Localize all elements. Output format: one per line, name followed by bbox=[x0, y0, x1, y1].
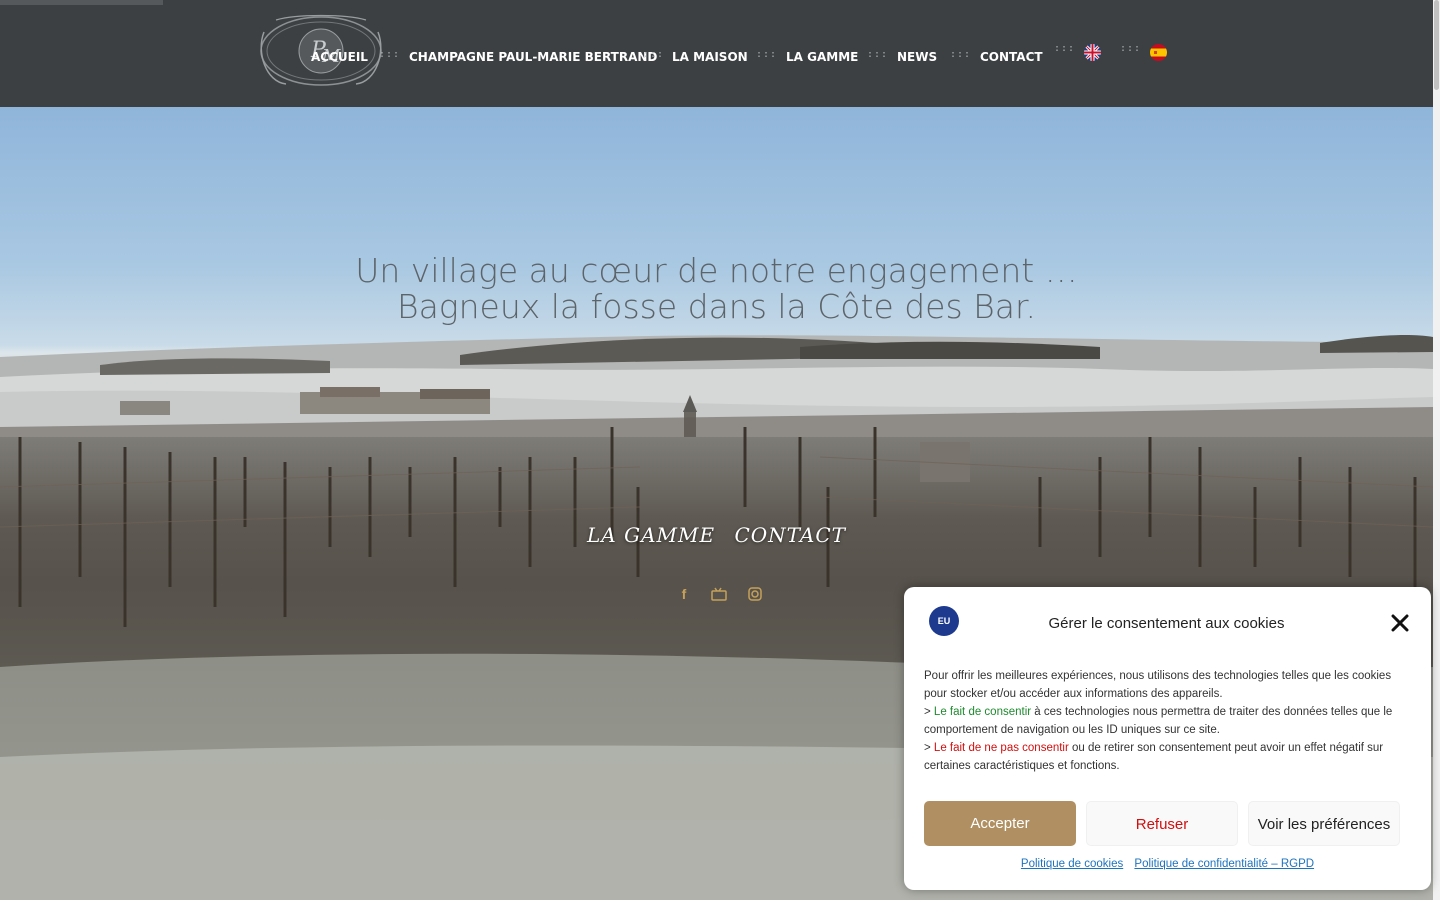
privacy-policy-link[interactable]: Politique de confidentialité – RGPD bbox=[1134, 858, 1314, 870]
page-scrollbar-thumb[interactable] bbox=[1434, 0, 1439, 90]
nav-item-la-maison[interactable]: LA MAISON bbox=[672, 50, 748, 64]
site-header: P M ACCUEIL ::: CHAMPAGNE PAUL-MARIE BER… bbox=[0, 0, 1440, 107]
flag-uk-icon[interactable] bbox=[1084, 44, 1101, 61]
instagram-icon[interactable] bbox=[747, 586, 763, 602]
accept-button[interactable]: Accepter bbox=[924, 801, 1076, 846]
facebook-icon[interactable]: f bbox=[676, 586, 692, 602]
preferences-button[interactable]: Voir les préférences bbox=[1248, 801, 1400, 846]
refuse-highlight: Le fait de ne pas consentir bbox=[933, 742, 1069, 754]
page-scrollbar[interactable] bbox=[1433, 0, 1440, 900]
nav-separator: ::: bbox=[756, 49, 778, 60]
eu-badge-icon: EU bbox=[929, 606, 959, 636]
nav-separator: ::: bbox=[867, 49, 889, 60]
nav-separator: ::: bbox=[643, 49, 665, 60]
youtube-icon[interactable] bbox=[711, 586, 727, 602]
nav-separator: ::: bbox=[1054, 43, 1076, 54]
nav-separator: ::: bbox=[1120, 43, 1142, 54]
cookie-intro: Pour offrir les meilleures expériences, … bbox=[924, 670, 1392, 700]
hero-title-line1: Un village au cœur de notre engagement … bbox=[355, 251, 1078, 290]
nav-separator: ::: bbox=[950, 49, 972, 60]
cookie-policy-link[interactable]: Politique de cookies bbox=[1021, 858, 1123, 870]
cookie-policy-links: Politique de cookies Politique de confid… bbox=[904, 858, 1431, 870]
nav-item-news[interactable]: NEWS bbox=[897, 50, 937, 64]
nav-item-champagne[interactable]: CHAMPAGNE PAUL-MARIE BERTRAND bbox=[409, 50, 657, 64]
cookie-dialog-text: Pour offrir les meilleures expériences, … bbox=[924, 667, 1414, 775]
close-icon[interactable] bbox=[1388, 611, 1412, 635]
nav-item-la-gamme[interactable]: LA GAMME bbox=[786, 50, 858, 64]
nav-item-contact[interactable]: CONTACT bbox=[980, 50, 1043, 64]
hero-title-line2: Bagneux la fosse dans la Côte des Bar. bbox=[396, 287, 1037, 326]
cookie-consent-paragraph: > Le fait de consentir à ces technologie… bbox=[924, 706, 1393, 736]
hero-links: LA GAMME CONTACT bbox=[0, 523, 1433, 547]
flag-spain-icon[interactable] bbox=[1150, 44, 1167, 61]
cookie-dialog-title: Gérer le consentement aux cookies bbox=[1048, 615, 1285, 632]
consent-highlight: Le fait de consentir bbox=[933, 706, 1032, 718]
nav-item-accueil[interactable]: ACCUEIL bbox=[311, 50, 368, 64]
refuse-button[interactable]: Refuser bbox=[1086, 801, 1238, 846]
main-nav: ACCUEIL ::: CHAMPAGNE PAUL-MARIE BERTRAN… bbox=[0, 0, 1440, 107]
hero-link-contact[interactable]: CONTACT bbox=[734, 523, 846, 547]
cookie-consent-dialog: EU Gérer le consentement aux cookies Pou… bbox=[904, 587, 1431, 890]
cookie-refuse-paragraph: > Le fait de ne pas consentir ou de reti… bbox=[924, 742, 1384, 772]
hero-link-la-gamme[interactable]: LA GAMME bbox=[587, 523, 715, 547]
nav-separator: ::: bbox=[379, 49, 401, 60]
